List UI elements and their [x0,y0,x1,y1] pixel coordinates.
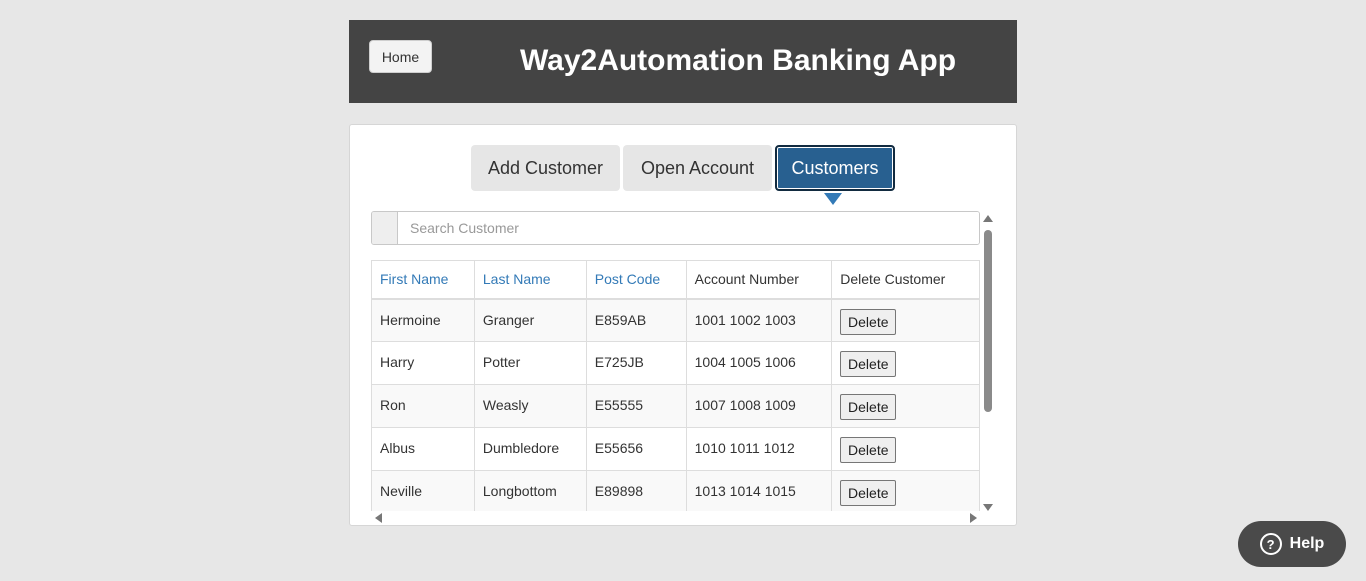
delete-button[interactable]: Delete [840,480,897,506]
scroll-right-arrow-icon[interactable] [970,513,977,523]
last-name-cell: Longbottom [473,470,587,511]
account-number-cell: 1001 1002 1003 [685,298,833,342]
first-name-cell: Harry [371,341,475,385]
column-delete-customer: Delete Customer [831,260,980,300]
search-addon [372,212,398,244]
help-label: Help [1289,535,1325,552]
post-code-cell: E55555 [585,384,687,428]
search-group [371,211,980,245]
delete-cell: Delete [831,341,980,385]
horizontal-scrollbar[interactable] [375,513,977,523]
account-number-cell: 1004 1005 1006 [685,341,833,385]
delete-cell: Delete [831,298,980,342]
home-button[interactable]: Home [369,40,432,73]
post-code-cell: E55656 [585,427,687,471]
post-code-cell: E859AB [585,298,687,342]
last-name-cell: Weasly [473,384,587,428]
delete-button[interactable]: Delete [840,351,897,377]
delete-button[interactable]: Delete [840,308,897,335]
column-last-name[interactable]: Last Name [473,260,587,300]
app-title: Way2Automation Banking App [519,44,957,77]
active-tab-pointer [824,193,842,205]
help-button[interactable]: ? Help [1238,521,1346,567]
customers-table: First Name Last Name Post Code Account N… [371,260,980,511]
table-row: Albus Dumbledore E55656 1010 1011 1012 D… [371,427,980,471]
tab-customers[interactable]: Customers [775,145,895,191]
column-account-number: Account Number [685,260,833,300]
tab-open-account[interactable]: Open Account [623,145,772,191]
first-name-cell: Ron [371,384,475,428]
table-row: Hermoine Granger E859AB 1001 1002 1003 D… [371,298,980,342]
account-number-cell: 1010 1011 1012 [685,427,833,471]
delete-button[interactable]: Delete [840,394,897,420]
vertical-scroll-thumb[interactable] [984,230,992,412]
customers-table-container: First Name Last Name Post Code Account N… [371,260,980,511]
delete-cell: Delete [831,384,980,428]
post-code-cell: E725JB [585,341,687,385]
delete-cell: Delete [831,470,980,511]
tab-add-customer[interactable]: Add Customer [471,145,620,191]
delete-button[interactable]: Delete [840,437,897,463]
vertical-scrollbar[interactable] [983,215,993,511]
table-header-row: First Name Last Name Post Code Account N… [371,260,980,300]
last-name-cell: Potter [473,341,587,385]
manager-panel: Add Customer Open Account Customers Firs… [349,124,1017,526]
scroll-up-arrow-icon[interactable] [983,215,993,222]
account-number-cell: 1013 1014 1015 [685,470,833,511]
post-code-cell: E89898 [585,470,687,511]
table-row: Harry Potter E725JB 1004 1005 1006 Delet… [371,341,980,385]
last-name-cell: Granger [473,298,587,342]
first-name-cell: Albus [371,427,475,471]
search-customer-input[interactable] [398,212,979,244]
last-name-cell: Dumbledore [473,427,587,471]
first-name-cell: Hermoine [371,298,475,342]
column-post-code[interactable]: Post Code [585,260,687,300]
scroll-left-arrow-icon[interactable] [375,513,382,523]
column-first-name[interactable]: First Name [371,260,475,300]
first-name-cell: Neville [371,470,475,511]
scroll-down-arrow-icon[interactable] [983,504,993,511]
account-number-cell: 1007 1008 1009 [685,384,833,428]
question-circle-icon: ? [1259,533,1282,555]
table-row: Ron Weasly E55555 1007 1008 1009 Delete [371,384,980,428]
delete-cell: Delete [831,427,980,471]
app-header: Home Way2Automation Banking App [349,20,1017,103]
table-row: Neville Longbottom E89898 1013 1014 1015… [371,470,980,511]
